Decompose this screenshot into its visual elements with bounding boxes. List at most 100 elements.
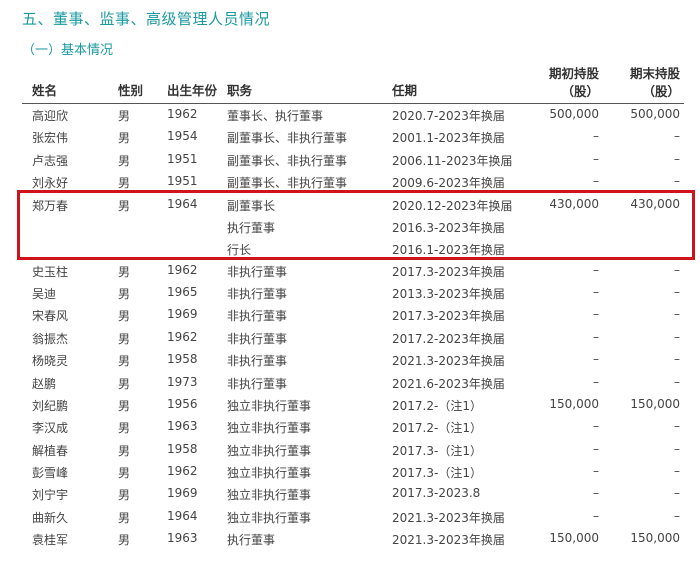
cell-gender: 男	[118, 131, 131, 146]
cell-role: 副董事长、非执行董事	[227, 176, 348, 191]
cell-role: 执行董事	[227, 533, 276, 548]
cell-start-shares: 150,000	[549, 531, 599, 546]
cell-gender: 男	[118, 331, 131, 346]
cell-role: 董事长、执行董事	[227, 109, 324, 123]
section-title: 五、董事、监事、高级管理人员情况	[22, 10, 271, 28]
cell-start-shares: –	[593, 441, 599, 456]
cell-start-shares: –	[593, 284, 599, 299]
cell-birth: 1965	[167, 284, 198, 299]
cell-name: 宋春风	[32, 309, 69, 324]
cell-end-shares: 150,000	[630, 396, 680, 411]
header-end-shares: 期末持股 （股）	[630, 65, 680, 101]
cell-term: 2021.3-2023年换届	[392, 533, 505, 548]
cell-end-shares: –	[674, 329, 680, 344]
table-row: 吴迪 男 1965 非执行董事 2013.3-2023年换届 – –	[22, 282, 684, 304]
cell-role: 非执行董事	[227, 264, 288, 279]
cell-name: 杨晓灵	[32, 354, 69, 369]
header-start-shares: 期初持股 （股）	[549, 65, 599, 101]
cell-name: 赵鹏	[32, 376, 57, 391]
cell-name: 高迎欣	[32, 109, 69, 123]
cell-gender: 男	[118, 309, 131, 324]
cell-start-shares: –	[593, 307, 599, 322]
header-end-unit: （股）	[642, 84, 680, 99]
cell-name: 曲新久	[32, 510, 69, 525]
cell-name: 张宏伟	[32, 131, 69, 146]
cell-name: 彭雪峰	[32, 466, 69, 481]
cell-name: 袁桂军	[32, 533, 69, 548]
cell-birth: 1962	[167, 329, 198, 344]
cell-gender: 男	[118, 533, 131, 548]
cell-birth: 1958	[167, 352, 198, 367]
table-row: 彭雪峰 男 1962 独立非执行董事 2017.3-（注1） – –	[22, 461, 684, 483]
cell-birth: 1962	[167, 107, 198, 121]
cell-gender: 男	[118, 354, 131, 369]
cell-start-shares: –	[593, 508, 599, 523]
subsection-title: （一）基本情况	[22, 43, 114, 58]
cell-term: 2013.3-2023年换届	[392, 286, 505, 301]
cell-start-shares: –	[593, 129, 599, 144]
cell-term: 2017.3-2023年换届	[392, 309, 505, 324]
cell-name: 吴迪	[32, 286, 57, 301]
cell-term: 2009.6-2023年换届	[392, 176, 505, 191]
header-name: 姓名	[32, 83, 58, 98]
cell-term: 2020.7-2023年换届	[392, 109, 505, 123]
cell-end-shares: –	[674, 262, 680, 277]
table-row: 高迎欣 男 1962 董事长、执行董事 2020.7-2023年换届 500,000 500…	[22, 104, 684, 126]
cell-term: 2021.6-2023年换届	[392, 376, 505, 391]
cell-end-shares: 150,000	[630, 531, 680, 546]
cell-term: 2017.3-（注1）	[392, 443, 482, 458]
cell-end-shares: –	[674, 464, 680, 479]
cell-role: 非执行董事	[227, 354, 288, 369]
cell-term: 2017.3-2023年换届	[392, 264, 505, 279]
cell-start-shares: –	[593, 486, 599, 501]
header-start-unit: （股）	[561, 84, 599, 99]
table-row: 曲新久 男 1964 独立非执行董事 2021.3-2023年换届 – –	[22, 506, 684, 528]
table-row: 杨晓灵 男 1958 非执行董事 2021.3-2023年换届 – –	[22, 349, 684, 371]
cell-role: 独立非执行董事	[227, 466, 312, 481]
cell-start-shares: –	[593, 174, 599, 189]
cell-birth: 1969	[167, 307, 198, 322]
cell-name: 翁振杰	[32, 331, 69, 346]
cell-birth: 1964	[167, 508, 198, 523]
cell-role: 独立非执行董事	[227, 443, 312, 458]
cell-name: 刘永好	[32, 176, 69, 191]
cell-end-shares: –	[674, 307, 680, 322]
cell-role: 独立非执行董事	[227, 510, 312, 525]
table-row: 翁振杰 男 1962 非执行董事 2017.2-2023年换届 – –	[22, 327, 684, 349]
header-birth: 出生年份	[167, 83, 218, 98]
header-term: 任期	[392, 83, 418, 98]
cell-birth: 1954	[167, 129, 198, 144]
cell-gender: 男	[118, 109, 131, 123]
directors-table: 姓名 性别 出生年份 职务 任期 期初持股 （股） 期末持股 （股） 高迎欣男 1…	[22, 62, 684, 551]
cell-term: 2006.11-2023年换届	[392, 153, 513, 168]
cell-term: 2017.3-（注1）	[392, 466, 482, 481]
cell-role: 独立非执行董事	[227, 398, 312, 413]
cell-birth: 1956	[167, 396, 198, 411]
cell-gender: 男	[118, 488, 131, 503]
cell-role: 独立非执行董事	[227, 488, 312, 503]
cell-end-shares: –	[674, 352, 680, 367]
cell-start-shares: –	[593, 464, 599, 479]
highlight-box	[17, 190, 695, 260]
cell-start-shares: 150,000	[549, 396, 599, 411]
cell-end-shares: –	[674, 129, 680, 144]
cell-end-shares: –	[674, 508, 680, 523]
cell-start-shares: –	[593, 374, 599, 389]
cell-role: 非执行董事	[227, 286, 288, 301]
cell-term: 2017.3-2023.8	[392, 486, 481, 501]
cell-start-shares: –	[593, 262, 599, 277]
cell-gender: 男	[118, 376, 131, 391]
cell-end-shares: –	[674, 441, 680, 456]
cell-term: 2017.2-2023年换届	[392, 331, 505, 346]
table-row: 宋春风 男 1969 非执行董事 2017.3-2023年换届 – –	[22, 304, 684, 326]
cell-gender: 男	[118, 176, 131, 191]
table-header: 姓名 性别 出生年份 职务 任期 期初持股 （股） 期末持股 （股）	[22, 62, 684, 104]
cell-start-shares: –	[593, 352, 599, 367]
table-row: 赵鹏 男 1973 非执行董事 2021.6-2023年换届 – –	[22, 372, 684, 394]
cell-end-shares: –	[674, 174, 680, 189]
table-row: 刘宁宇 男 1969 独立非执行董事 2017.3-2023.8 – –	[22, 483, 684, 505]
table-row: 袁桂军 男 1963 执行董事 2021.3-2023年换届 150,000 150,000	[22, 528, 684, 550]
cell-end-shares: –	[674, 419, 680, 434]
cell-gender: 男	[118, 510, 131, 525]
table-row: 刘纪鹏 男 1956 独立非执行董事 2017.2-（注1） 150,000 150,000	[22, 394, 684, 416]
